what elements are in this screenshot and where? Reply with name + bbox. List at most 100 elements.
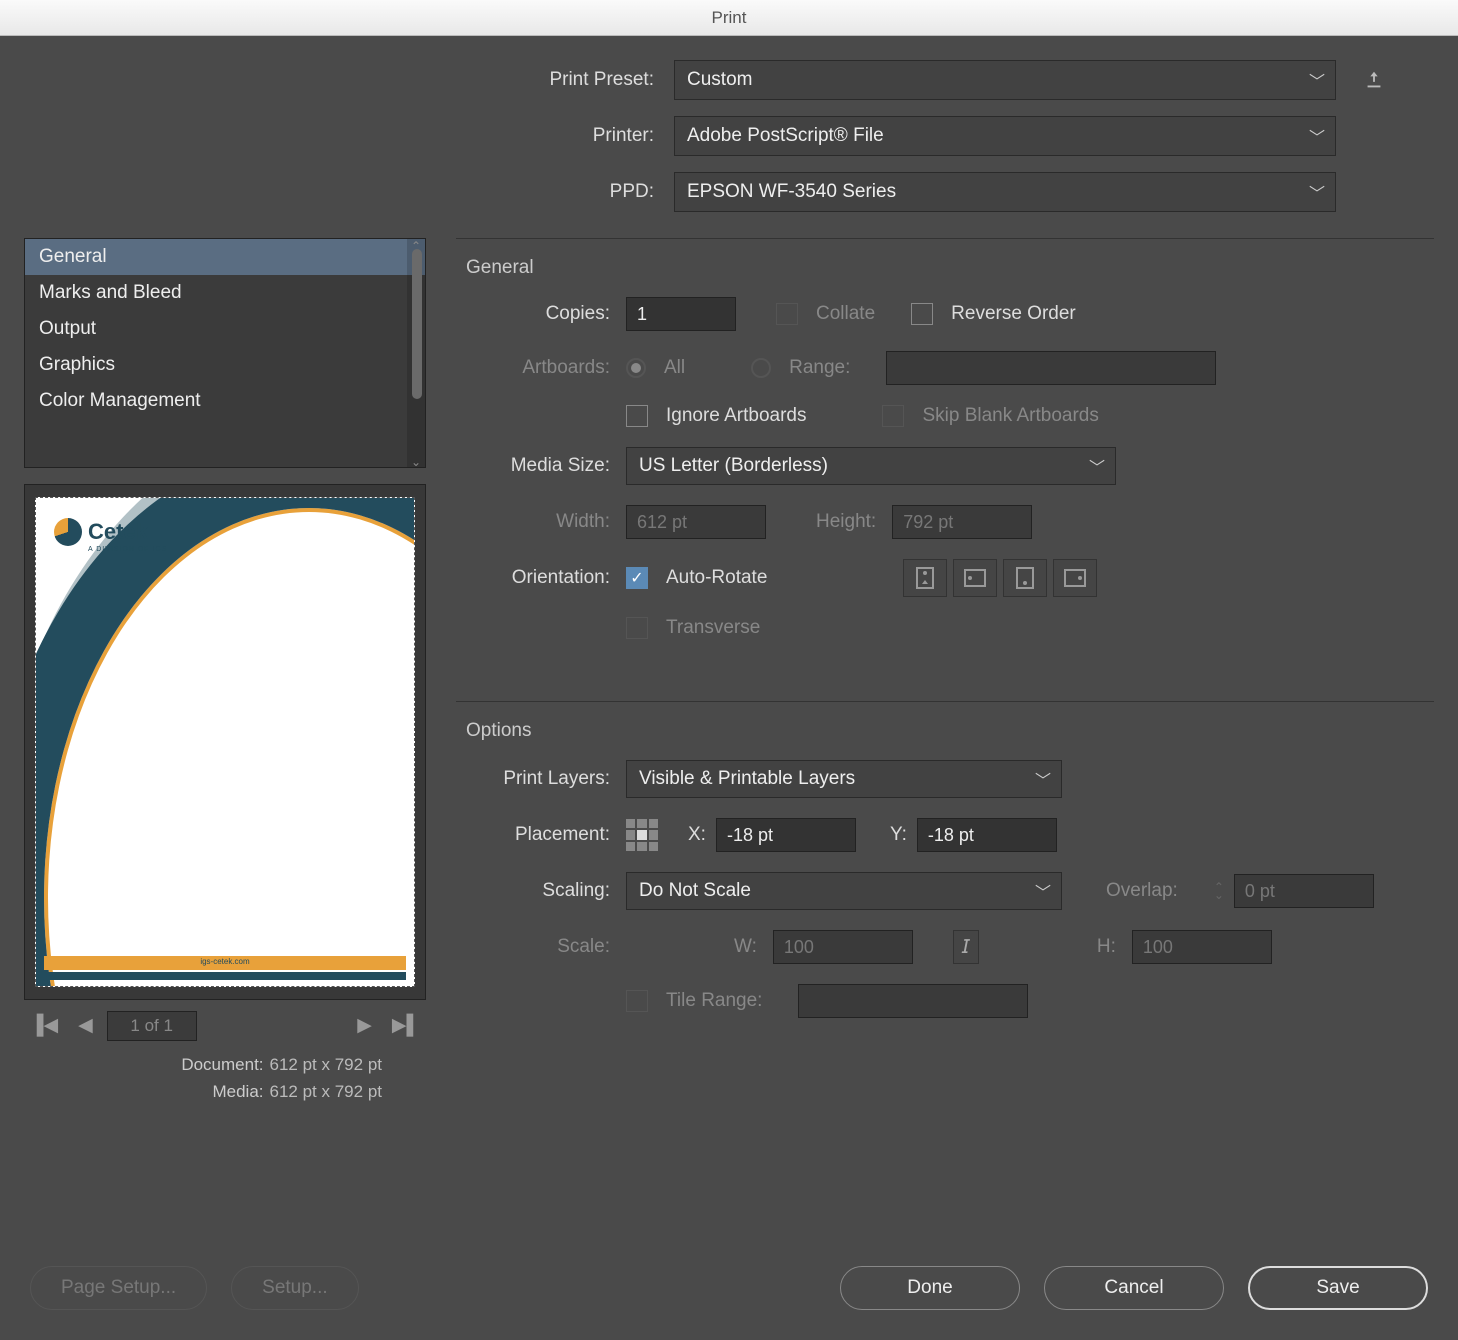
ppd-label: PPD: — [324, 181, 664, 203]
printer-dropdown[interactable]: Adobe PostScript® File ﹀ — [674, 116, 1336, 156]
print-preset-dropdown[interactable]: Custom ﹀ — [674, 60, 1336, 100]
scale-h-label: H: — [1097, 936, 1116, 958]
sidebar-item-color-management[interactable]: Color Management — [25, 383, 425, 419]
scaling-value: Do Not Scale — [639, 880, 751, 902]
skip-blank-label: Skip Blank Artboards — [922, 405, 1098, 427]
media-dim-value: 612 pt x 792 pt — [270, 1082, 382, 1101]
ppd-value: EPSON WF-3540 Series — [687, 181, 896, 203]
print-layers-value: Visible & Printable Layers — [639, 768, 855, 790]
general-section: General Copies: Collate Reverse Order Ar… — [456, 238, 1434, 679]
print-layers-dropdown[interactable]: Visible & Printable Layers ﹀ — [626, 760, 1062, 798]
overlap-input — [1234, 874, 1374, 908]
placement-x-input[interactable] — [716, 818, 856, 852]
logo-mark-icon — [54, 518, 82, 546]
artboards-all-radio — [626, 358, 646, 378]
preview-page: Cetek A DIVISION OF IGS igs-cetek.com — [35, 497, 415, 987]
scale-label: Scale: — [456, 936, 616, 958]
copies-input[interactable] — [626, 297, 736, 331]
media-size-dropdown[interactable]: US Letter (Borderless) ﹀ — [626, 447, 1116, 485]
preview-pager: ▐◀ ◀ 1 of 1 ▶ ▶▌ — [24, 1010, 426, 1041]
scale-h-input — [1132, 930, 1272, 964]
doc-dim-value: 612 pt x 792 pt — [270, 1055, 382, 1074]
scroll-down-icon[interactable]: ⌄ — [410, 455, 422, 467]
height-input — [892, 505, 1032, 539]
placement-label: Placement: — [456, 824, 616, 846]
placement-y-label: Y: — [890, 824, 907, 846]
first-page-icon[interactable]: ▐◀ — [24, 1010, 64, 1041]
orientation-portrait-down[interactable] — [1003, 559, 1047, 597]
chevron-down-icon: ﹀ — [1035, 767, 1051, 791]
orientation-landscape-left[interactable] — [953, 559, 997, 597]
width-label: Width: — [456, 511, 616, 533]
chevron-down-icon: ﹀ — [1309, 124, 1325, 148]
overlap-label: Overlap: — [1106, 880, 1178, 902]
section-list[interactable]: General Marks and Bleed Output Graphics … — [24, 238, 426, 468]
scaling-dropdown[interactable]: Do Not Scale ﹀ — [626, 872, 1062, 910]
transverse-label: Transverse — [666, 617, 760, 639]
print-preset-label: Print Preset: — [324, 69, 664, 91]
stepper-icon: ⌃⌄ — [1214, 883, 1224, 899]
page-indicator[interactable]: 1 of 1 — [107, 1011, 197, 1041]
cancel-button[interactable]: Cancel — [1044, 1266, 1224, 1310]
tile-range-input — [798, 984, 1028, 1018]
media-dim-label: Media: — [212, 1082, 263, 1101]
collate-label: Collate — [816, 303, 875, 325]
artboards-range-input — [886, 351, 1216, 385]
sidebar-item-output[interactable]: Output — [25, 311, 425, 347]
preview-footer: igs-cetek.com — [44, 956, 406, 970]
general-title: General — [456, 251, 1434, 297]
options-section: Options Print Layers: Visible & Printabl… — [456, 701, 1434, 1058]
next-page-icon[interactable]: ▶ — [351, 1010, 378, 1041]
chevron-down-icon: ﹀ — [1089, 454, 1105, 478]
logo-text: Cetek — [88, 519, 148, 545]
last-page-icon[interactable]: ▶▌ — [386, 1010, 426, 1041]
artboards-range-label: Range: — [789, 357, 850, 379]
save-button[interactable]: Save — [1248, 1266, 1428, 1310]
printer-value: Adobe PostScript® File — [687, 125, 884, 147]
setup-button: Setup... — [231, 1266, 359, 1310]
reverse-order-label: Reverse Order — [951, 303, 1076, 325]
link-scale-icon[interactable]: 𝘐 — [953, 930, 979, 964]
tile-range-checkbox — [626, 990, 648, 1012]
skip-blank-checkbox — [882, 405, 904, 427]
ppd-dropdown[interactable]: EPSON WF-3540 Series ﹀ — [674, 172, 1336, 212]
copies-label: Copies: — [456, 303, 616, 325]
sidebar-item-marks-bleed[interactable]: Marks and Bleed — [25, 275, 425, 311]
collate-checkbox — [776, 303, 798, 325]
auto-rotate-label: Auto-Rotate — [666, 567, 767, 589]
scaling-label: Scaling: — [456, 880, 616, 902]
chevron-down-icon: ﹀ — [1035, 879, 1051, 903]
sidebar-scrollbar[interactable]: ⌃ ⌄ — [407, 239, 425, 467]
logo-sub: A DIVISION OF IGS — [88, 546, 168, 553]
preview-panel: Cetek A DIVISION OF IGS igs-cetek.com — [24, 484, 426, 1000]
window-title: Print — [712, 8, 747, 28]
height-label: Height: — [816, 511, 882, 533]
dialog-content: Print Preset: Custom ﹀ Printer: Adobe Po… — [0, 36, 1458, 1340]
media-size-value: US Letter (Borderless) — [639, 455, 828, 477]
scroll-thumb[interactable] — [412, 249, 422, 399]
orientation-landscape-right[interactable] — [1053, 559, 1097, 597]
orientation-label: Orientation: — [456, 567, 616, 589]
placement-grid[interactable] — [626, 819, 658, 851]
save-preset-icon[interactable] — [1360, 66, 1388, 94]
done-button[interactable]: Done — [840, 1266, 1020, 1310]
tile-range-label: Tile Range: — [666, 990, 762, 1012]
placement-x-label: X: — [688, 824, 706, 846]
scale-w-label: W: — [734, 936, 757, 958]
options-title: Options — [456, 714, 1434, 760]
reverse-order-checkbox[interactable] — [911, 303, 933, 325]
placement-y-input[interactable] — [917, 818, 1057, 852]
artboards-range-radio — [751, 358, 771, 378]
sidebar-item-graphics[interactable]: Graphics — [25, 347, 425, 383]
artboards-label: Artboards: — [456, 357, 616, 379]
chevron-down-icon: ﹀ — [1309, 180, 1325, 204]
prev-page-icon[interactable]: ◀ — [72, 1010, 99, 1041]
orientation-portrait-up[interactable] — [903, 559, 947, 597]
print-preset-value: Custom — [687, 69, 752, 91]
sidebar-item-general[interactable]: General — [25, 239, 425, 275]
print-layers-label: Print Layers: — [456, 768, 616, 790]
artboards-all-label: All — [664, 357, 685, 379]
auto-rotate-checkbox[interactable]: ✓ — [626, 567, 648, 589]
ignore-artboards-checkbox[interactable] — [626, 405, 648, 427]
chevron-down-icon: ﹀ — [1309, 68, 1325, 92]
